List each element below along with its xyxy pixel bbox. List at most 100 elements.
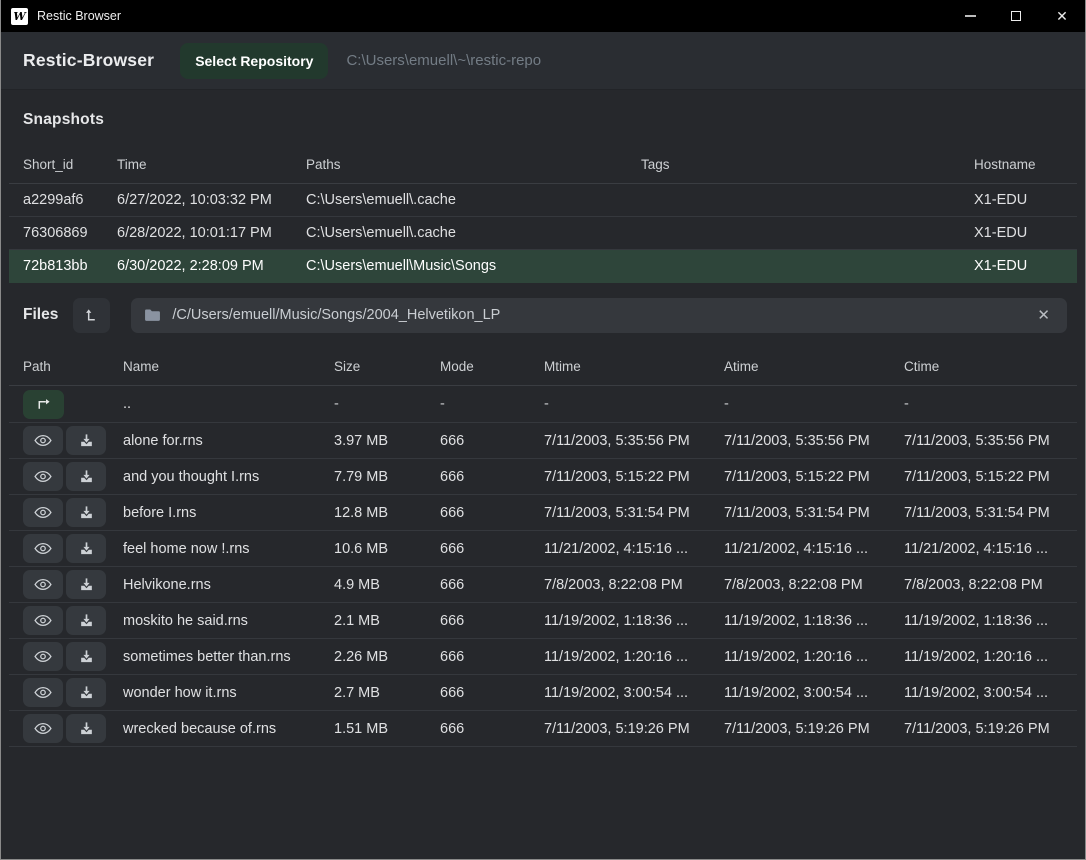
close-button[interactable]: ✕ bbox=[1039, 0, 1085, 32]
parent-directory-button[interactable] bbox=[23, 390, 64, 419]
eye-icon bbox=[34, 686, 52, 699]
snapshot-row[interactable]: a2299af6 6/27/2022, 10:03:32 PM C:\Users… bbox=[9, 184, 1077, 217]
file-name[interactable]: and you thought I.rns bbox=[123, 469, 334, 485]
file-atime: 7/11/2003, 5:15:22 PM bbox=[724, 469, 904, 485]
file-name[interactable]: sometimes better than.rns bbox=[123, 649, 334, 665]
file-mtime: 7/8/2003, 8:22:08 PM bbox=[544, 577, 724, 593]
go-to-root-button[interactable] bbox=[73, 298, 110, 333]
file-size: 3.97 MB bbox=[334, 433, 440, 449]
select-repository-button[interactable]: Select Repository bbox=[180, 43, 328, 79]
file-mtime: - bbox=[544, 396, 724, 412]
download-file-button[interactable] bbox=[66, 498, 106, 527]
file-name[interactable]: feel home now !.rns bbox=[123, 541, 334, 557]
download-icon bbox=[79, 721, 94, 736]
file-name[interactable]: alone for.rns bbox=[123, 433, 334, 449]
current-path-bar[interactable]: /C/Users/emuell/Music/Songs/2004_Helveti… bbox=[131, 298, 1067, 333]
eye-icon bbox=[34, 542, 52, 555]
download-icon bbox=[79, 685, 94, 700]
download-file-button[interactable] bbox=[66, 678, 106, 707]
eye-icon bbox=[34, 506, 52, 519]
file-name[interactable]: wonder how it.rns bbox=[123, 685, 334, 701]
file-name[interactable]: Helvikone.rns bbox=[123, 577, 334, 593]
download-icon bbox=[79, 469, 94, 484]
file-row[interactable]: sometimes better than.rns 2.26 MB 666 11… bbox=[9, 639, 1077, 675]
snapshot-hostname: X1-EDU bbox=[974, 192, 1063, 208]
file-atime: 11/19/2002, 1:20:16 ... bbox=[724, 649, 904, 665]
column-header-tags: Tags bbox=[641, 157, 974, 172]
column-header-ctime: Ctime bbox=[904, 359, 1063, 374]
file-mode: 666 bbox=[440, 577, 544, 593]
download-file-button[interactable] bbox=[66, 642, 106, 671]
app-header: Restic-Browser Select Repository C:\User… bbox=[1, 32, 1085, 90]
file-row[interactable]: moskito he said.rns 2.1 MB 666 11/19/200… bbox=[9, 603, 1077, 639]
preview-file-button[interactable] bbox=[23, 426, 63, 455]
files-heading: Files bbox=[23, 306, 58, 324]
file-ctime: 7/8/2003, 8:22:08 PM bbox=[904, 577, 1063, 593]
file-mode: 666 bbox=[440, 649, 544, 665]
titlebar: W Restic Browser ✕ bbox=[1, 0, 1085, 32]
eye-icon bbox=[34, 578, 52, 591]
preview-file-button[interactable] bbox=[23, 606, 63, 635]
file-ctime: 7/11/2003, 5:15:22 PM bbox=[904, 469, 1063, 485]
file-mode: 666 bbox=[440, 541, 544, 557]
preview-file-button[interactable] bbox=[23, 642, 63, 671]
file-ctime: 11/19/2002, 3:00:54 ... bbox=[904, 685, 1063, 701]
file-row[interactable]: alone for.rns 3.97 MB 666 7/11/2003, 5:3… bbox=[9, 423, 1077, 459]
repository-path: C:\Users\emuell\~\restic-repo bbox=[346, 52, 541, 69]
preview-file-button[interactable] bbox=[23, 714, 63, 743]
minimize-button[interactable] bbox=[947, 0, 993, 32]
download-icon bbox=[79, 613, 94, 628]
file-atime: 11/21/2002, 4:15:16 ... bbox=[724, 541, 904, 557]
file-row[interactable]: wonder how it.rns 2.7 MB 666 11/19/2002,… bbox=[9, 675, 1077, 711]
column-header-paths: Paths bbox=[306, 157, 641, 172]
app-icon: W bbox=[11, 8, 28, 25]
column-header-mode: Mode bbox=[440, 359, 544, 374]
file-ctime: 7/11/2003, 5:19:26 PM bbox=[904, 721, 1063, 737]
file-mtime: 7/11/2003, 5:15:22 PM bbox=[544, 469, 724, 485]
preview-file-button[interactable] bbox=[23, 534, 63, 563]
clear-path-button[interactable]: ✕ bbox=[1033, 304, 1054, 326]
file-name[interactable]: .. bbox=[123, 396, 334, 412]
snapshot-row[interactable]: 76306869 6/28/2022, 10:01:17 PM C:\Users… bbox=[9, 217, 1077, 250]
download-icon bbox=[79, 577, 94, 592]
file-size: 2.7 MB bbox=[334, 685, 440, 701]
file-atime: 11/19/2002, 1:18:36 ... bbox=[724, 613, 904, 629]
file-atime: 7/11/2003, 5:35:56 PM bbox=[724, 433, 904, 449]
download-icon bbox=[79, 505, 94, 520]
file-size: 10.6 MB bbox=[334, 541, 440, 557]
snapshot-paths: C:\Users\emuell\Music\Songs bbox=[306, 258, 641, 274]
file-name[interactable]: moskito he said.rns bbox=[123, 613, 334, 629]
file-name[interactable]: before I.rns bbox=[123, 505, 334, 521]
download-file-button[interactable] bbox=[66, 606, 106, 635]
file-mode: 666 bbox=[440, 613, 544, 629]
download-icon bbox=[79, 433, 94, 448]
file-ctime: 11/19/2002, 1:18:36 ... bbox=[904, 613, 1063, 629]
download-file-button[interactable] bbox=[66, 426, 106, 455]
preview-file-button[interactable] bbox=[23, 570, 63, 599]
window-title: Restic Browser bbox=[37, 9, 947, 23]
download-file-button[interactable] bbox=[66, 714, 106, 743]
file-row[interactable]: before I.rns 12.8 MB 666 7/11/2003, 5:31… bbox=[9, 495, 1077, 531]
current-path-text: /C/Users/emuell/Music/Songs/2004_Helveti… bbox=[172, 307, 1033, 323]
snapshot-hostname: X1-EDU bbox=[974, 258, 1063, 274]
file-size: 7.79 MB bbox=[334, 469, 440, 485]
preview-file-button[interactable] bbox=[23, 498, 63, 527]
file-row[interactable]: feel home now !.rns 10.6 MB 666 11/21/20… bbox=[9, 531, 1077, 567]
file-row[interactable]: wrecked because of.rns 1.51 MB 666 7/11/… bbox=[9, 711, 1077, 747]
download-file-button[interactable] bbox=[66, 570, 106, 599]
file-mtime: 7/11/2003, 5:35:56 PM bbox=[544, 433, 724, 449]
files-table-header: Path Name Size Mode Mtime Atime Ctime bbox=[9, 348, 1077, 386]
preview-file-button[interactable] bbox=[23, 462, 63, 491]
maximize-button[interactable] bbox=[993, 0, 1039, 32]
file-ctime: - bbox=[904, 396, 1063, 412]
download-file-button[interactable] bbox=[66, 462, 106, 491]
snapshot-time: 6/27/2022, 10:03:32 PM bbox=[117, 192, 306, 208]
preview-file-button[interactable] bbox=[23, 678, 63, 707]
column-header-size: Size bbox=[334, 359, 440, 374]
file-row[interactable]: and you thought I.rns 7.79 MB 666 7/11/2… bbox=[9, 459, 1077, 495]
snapshots-table: Short_id Time Paths Tags Hostname a2299a… bbox=[9, 146, 1077, 283]
download-file-button[interactable] bbox=[66, 534, 106, 563]
file-name[interactable]: wrecked because of.rns bbox=[123, 721, 334, 737]
snapshot-row-selected[interactable]: 72b813bb 6/30/2022, 2:28:09 PM C:\Users\… bbox=[9, 250, 1077, 283]
file-row[interactable]: Helvikone.rns 4.9 MB 666 7/8/2003, 8:22:… bbox=[9, 567, 1077, 603]
